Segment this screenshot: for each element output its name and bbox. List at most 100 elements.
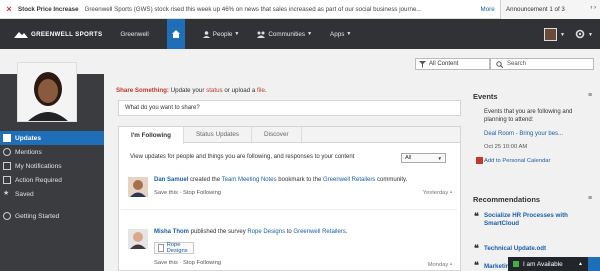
- post-actions[interactable]: Save this · Stop Following: [154, 190, 221, 196]
- sidebar-item-notifications[interactable]: My Notifications: [0, 159, 104, 173]
- avatar[interactable]: [128, 177, 148, 197]
- post-author[interactable]: Dan Samuel: [154, 177, 188, 183]
- comment-icon[interactable]: ▪: [450, 190, 452, 196]
- share-or: or upload a: [222, 87, 258, 94]
- updates-icon: [3, 134, 11, 142]
- post-link[interactable]: Rope Designs: [247, 229, 285, 235]
- nav-org[interactable]: Greenwell: [120, 31, 148, 38]
- notifications-icon: [3, 162, 11, 170]
- sidebar-item-label: Getting Started: [15, 212, 60, 220]
- logo[interactable]: GREENWELL SPORTS: [14, 30, 102, 38]
- user-avatar[interactable]: [544, 28, 557, 41]
- search-placeholder: Search: [507, 61, 527, 67]
- tab-discover[interactable]: Discover: [252, 127, 302, 142]
- feed-tabs: I'm Following Status Updates Discover: [119, 127, 460, 144]
- recommendations-menu-icon[interactable]: ≡: [588, 195, 592, 202]
- announcement-ticker: × Stock Price Increase Greenwell Sports …: [0, 0, 600, 19]
- chat-panel-icon[interactable]: [588, 257, 600, 271]
- nav-communities[interactable]: Communities ▼: [257, 31, 312, 38]
- close-icon[interactable]: ×: [4, 4, 14, 14]
- post-community-link[interactable]: Greenwell Retailers: [293, 229, 345, 235]
- tab-status-updates[interactable]: Status Updates: [184, 127, 253, 142]
- chevron-down-icon[interactable]: ▼: [588, 32, 593, 38]
- announcement-label: Announcement 1 of 3: [506, 6, 565, 13]
- sidebar-item-label: Updates: [15, 134, 42, 142]
- tab-following[interactable]: I'm Following: [119, 127, 184, 144]
- ticker-title: Stock Price Increase: [18, 5, 79, 13]
- gear-icon[interactable]: [575, 29, 585, 39]
- chevron-up-icon: ▲: [578, 261, 583, 267]
- top-nav: GREENWELL SPORTS Greenwell People ▼ Commu…: [0, 19, 600, 49]
- document-icon: [158, 244, 164, 252]
- nav-people-label: People: [212, 30, 233, 38]
- sidebar-item-saved[interactable]: ★ Saved: [0, 187, 104, 201]
- search-icon: [496, 60, 503, 68]
- quote-icon: ❝: [474, 211, 479, 221]
- profile-photo-image: [18, 63, 76, 121]
- post-community-link[interactable]: Greenwell Retailers: [323, 177, 375, 183]
- sidebar-item-updates[interactable]: Updates: [0, 131, 104, 145]
- getting-started-icon: [3, 212, 11, 220]
- sidebar-item-label: Action Required: [15, 176, 62, 184]
- post-end: community.: [375, 177, 408, 183]
- chevron-down-icon: ▼: [437, 155, 442, 161]
- profile-photo[interactable]: [17, 62, 77, 122]
- recommendation-item[interactable]: Technical Update.odt: [484, 245, 546, 252]
- search-scope-select[interactable]: All Content: [415, 58, 490, 70]
- nav-people[interactable]: People ▼: [202, 30, 240, 38]
- mountain-logo-icon: [14, 32, 28, 38]
- share-prompt: Share Something: Update your status or u…: [116, 87, 267, 94]
- event-link[interactable]: Deal Room - Bring your bes...: [484, 130, 563, 138]
- nav-apps[interactable]: Apps ▼: [330, 31, 351, 38]
- feed-post: Misha Thom published the survey Rope Des…: [128, 229, 456, 271]
- attached-document[interactable]: Rope Designs: [154, 242, 194, 254]
- chat-status-bar[interactable]: I am Available ▲: [508, 257, 588, 271]
- feed-post: Dan Samuel created the Team Meeting Note…: [128, 177, 456, 207]
- announcement-counter: Announcement 1 of 3 ‹ ›: [500, 0, 600, 19]
- share-input[interactable]: What do you want to share?: [118, 100, 461, 116]
- ticker-more-link[interactable]: More: [481, 6, 495, 13]
- logo-text: GREENWELL SPORTS: [31, 30, 103, 38]
- avatar[interactable]: [128, 229, 148, 249]
- sidebar-item-label: My Notifications: [15, 162, 62, 170]
- quote-icon: ❝: [474, 260, 479, 270]
- person-icon: [202, 30, 210, 38]
- sidebar-menu: Updates Mentions My Notifications Action…: [0, 131, 104, 223]
- event-date: Oct 25 10:00 AM: [484, 144, 528, 150]
- activity-stream: I'm Following Status Updates Discover Vi…: [118, 126, 461, 271]
- post-verb: created the: [188, 177, 222, 183]
- chevron-down-icon[interactable]: ▼: [560, 32, 565, 38]
- nav-communities-label: Communities: [268, 30, 306, 38]
- nav-home-button[interactable]: [166, 19, 185, 49]
- star-icon: ★: [3, 190, 10, 197]
- status-link[interactable]: status: [206, 87, 223, 94]
- post-time-label: Monday: [427, 262, 449, 268]
- sidebar-item-action-required[interactable]: Action Required: [0, 173, 104, 187]
- ticker-text: Greenwell Sports (GWS) stock rised this …: [84, 5, 422, 13]
- chat-status-label: I am Available: [523, 260, 563, 268]
- calendar-icon: [476, 157, 483, 164]
- available-status-icon: [513, 261, 519, 267]
- chevron-down-icon: ▼: [346, 31, 352, 37]
- avatar-image: [128, 177, 148, 197]
- avatar-image: [128, 229, 148, 249]
- home-icon: [171, 30, 180, 38]
- post-author[interactable]: Misha Thom: [154, 229, 189, 235]
- search-input[interactable]: Search: [490, 58, 594, 70]
- sidebar-item-label: Saved: [15, 190, 34, 198]
- sidebar-item-getting-started[interactable]: Getting Started: [0, 209, 104, 223]
- sidebar-item-mentions[interactable]: Mentions: [0, 145, 104, 159]
- file-link[interactable]: file: [257, 87, 265, 94]
- quote-icon: ❝: [474, 243, 479, 253]
- post-link[interactable]: Team Meeting Notes: [222, 177, 277, 183]
- add-to-calendar-link[interactable]: Add to Personal Calendar: [484, 158, 550, 164]
- post-actions[interactable]: Save this · Stop Following: [154, 260, 221, 266]
- chevron-down-icon: ▼: [234, 31, 240, 37]
- share-prefix: Share Something:: [116, 87, 169, 94]
- feed-filter-select[interactable]: All ▼: [401, 153, 446, 163]
- announcement-arrows-icon[interactable]: ‹ ›: [590, 5, 596, 11]
- events-menu-icon[interactable]: ≡: [588, 92, 592, 99]
- recommendation-item[interactable]: Socialize HR Processes with SmartCloud: [484, 212, 592, 228]
- feed-filter-value: All: [405, 155, 412, 161]
- comment-icon[interactable]: ▪: [450, 262, 452, 268]
